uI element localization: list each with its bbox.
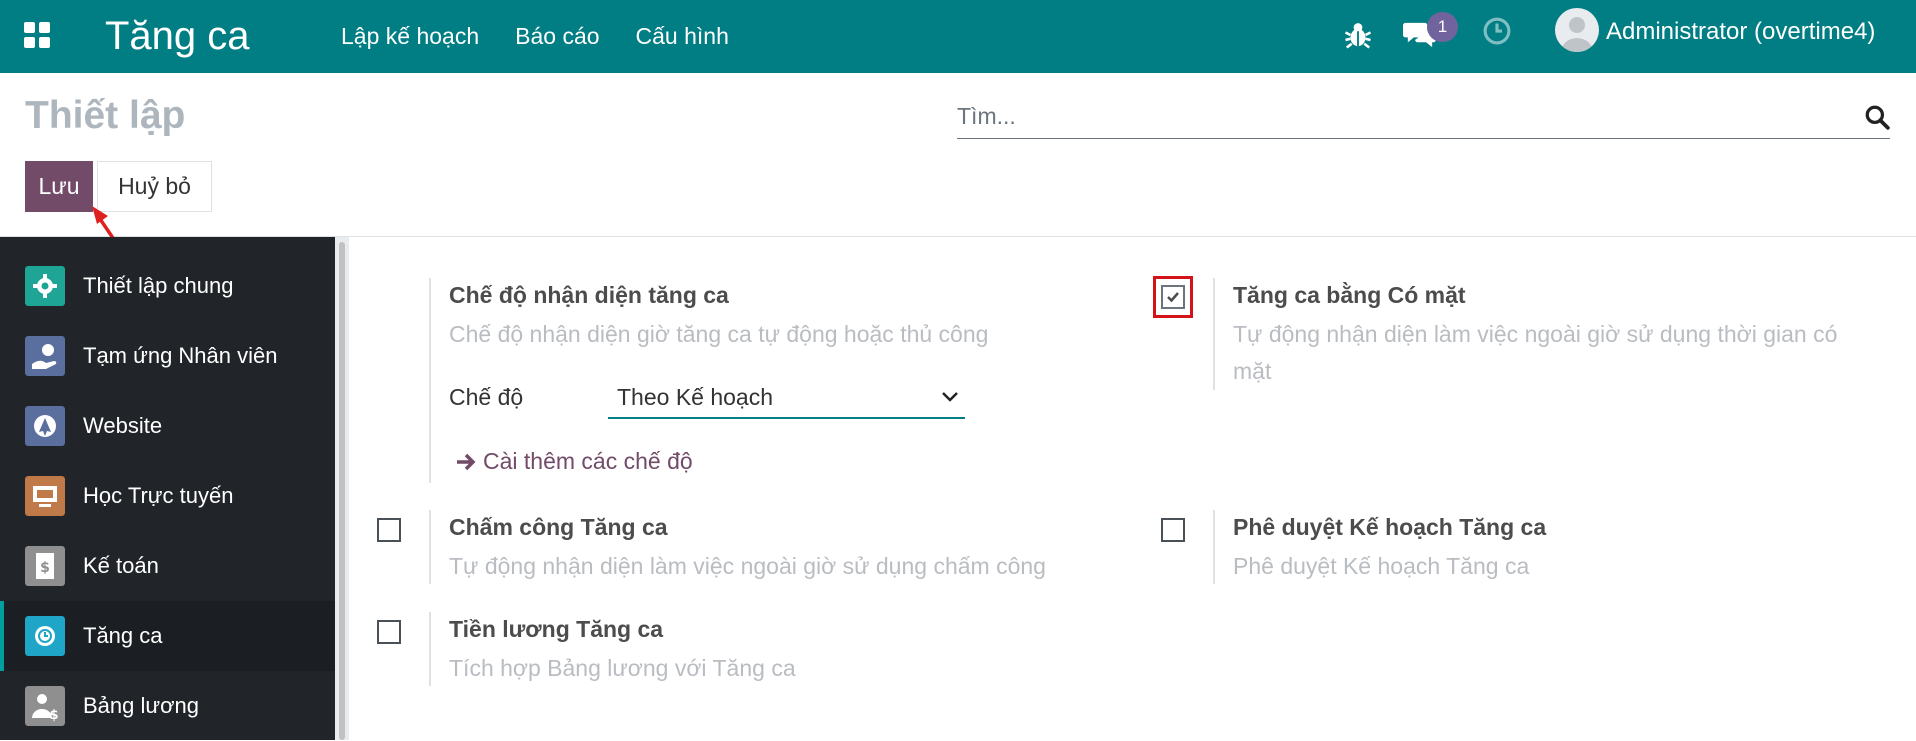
sidebar-item-elearning[interactable]: Học Trực tuyến [0,461,335,531]
sidebar-item-label: Tạm ứng Nhân viên [83,343,278,368]
sidebar-item-label: Học Trực tuyến [83,483,234,508]
user-menu[interactable]: Administrator (overtime4) [1606,18,1875,46]
sidebar-scrollbar-thumb[interactable] [339,242,345,740]
setting-title-presence: Tăng ca bằng Có mặt [1233,282,1466,308]
apps-menu-icon[interactable] [24,22,50,48]
menu-planning[interactable]: Lập kế hoạch [341,23,479,50]
sidebar-item-label: Website [83,413,163,438]
payroll-checkbox[interactable] [377,620,401,644]
sidebar-item-employee-advance[interactable]: Tạm ứng Nhân viên [0,321,335,391]
sidebar-item-label: Bảng lương [83,693,200,718]
install-more-modes-label: Cài thêm các chế độ [483,448,693,474]
setting-desc-presence-line2: mặt [1233,358,1272,384]
setting-divider [429,278,431,483]
approval-checkbox[interactable] [1161,518,1185,542]
setting-desc-payroll: Tích hợp Bảng lương với Tăng ca [449,655,796,681]
main-menu: Lập kế hoạch Báo cáo Cấu hình [341,0,765,73]
messages-count-badge: 1 [1427,12,1458,42]
svg-text:$: $ [40,560,50,576]
gear-icon [25,266,65,306]
settings-sidebar: Thiết lập chung Tạm ứng Nhân viên Websit… [0,237,335,740]
top-navbar: Tăng ca Lập kế hoạch Báo cáo Cấu hình 1 … [0,0,1916,73]
elearning-icon [25,476,65,516]
user-avatar[interactable] [1555,8,1599,52]
install-more-modes-link[interactable]: Cài thêm các chế độ [455,448,693,475]
mode-select-value: Theo Kế hoạch [617,384,774,410]
setting-title-attendance: Chấm công Tăng ca [449,514,668,540]
setting-title-payroll: Tiền lương Tăng ca [449,616,664,642]
overtime-icon [25,616,65,656]
mode-field-label: Chế độ [449,384,524,410]
setting-desc-presence-line1: Tự động nhận diện làm việc ngoài giờ sử … [1233,321,1838,347]
setting-title-mode: Chế độ nhận diện tăng ca [449,282,729,308]
setting-title-approval: Phê duyệt Kế hoạch Tăng ca [1233,514,1547,540]
check-icon [1167,292,1179,303]
setting-divider [1213,278,1215,390]
arrow-right-icon [457,453,476,470]
setting-desc-approval: Phê duyệt Kế hoạch Tăng ca [1233,553,1530,579]
search-input[interactable] [957,96,1837,136]
attendance-checkbox[interactable] [377,518,401,542]
sidebar-item-accounting[interactable]: $ Kế toán [0,531,335,601]
setting-desc-mode: Chế độ nhận diện giờ tăng ca tự động hoặ… [449,321,989,347]
menu-configuration[interactable]: Cấu hình [636,23,729,50]
setting-divider [429,612,431,686]
app-name[interactable]: Tăng ca [105,10,250,62]
sidebar-item-website[interactable]: Website [0,391,335,461]
sidebar-item-label: Thiết lập chung [83,273,234,298]
sidebar-item-label: Kế toán [83,553,159,578]
save-button[interactable]: Lưu [25,161,93,212]
page-title: Thiết lập [25,94,186,137]
activity-clock-icon[interactable] [1482,16,1512,46]
setting-divider [1213,510,1215,584]
presence-checkbox[interactable] [1161,285,1185,309]
setting-divider [429,510,431,584]
mode-select[interactable]: Theo Kế hoạch [608,378,965,419]
menu-reports[interactable]: Báo cáo [515,23,599,50]
advance-payment-icon [25,336,65,376]
search-bar [957,96,1890,139]
bug-icon[interactable] [1343,20,1373,50]
sidebar-item-label: Tăng ca [83,623,163,648]
website-icon [25,406,65,446]
search-icon[interactable] [1864,104,1890,130]
sidebar-item-overtime[interactable]: Tăng ca [0,601,335,671]
svg-text:$: $ [49,708,58,723]
setting-desc-attendance: Tự động nhận diện làm việc ngoài giờ sử … [449,553,1046,579]
sidebar-item-general-settings[interactable]: Thiết lập chung [0,251,335,321]
payroll-icon: $ [25,686,65,726]
accounting-icon: $ [25,546,65,586]
chevron-down-icon [942,392,958,402]
user-silhouette-icon [1561,17,1593,52]
sidebar-item-payroll[interactable]: $ Bảng lương [0,671,335,741]
